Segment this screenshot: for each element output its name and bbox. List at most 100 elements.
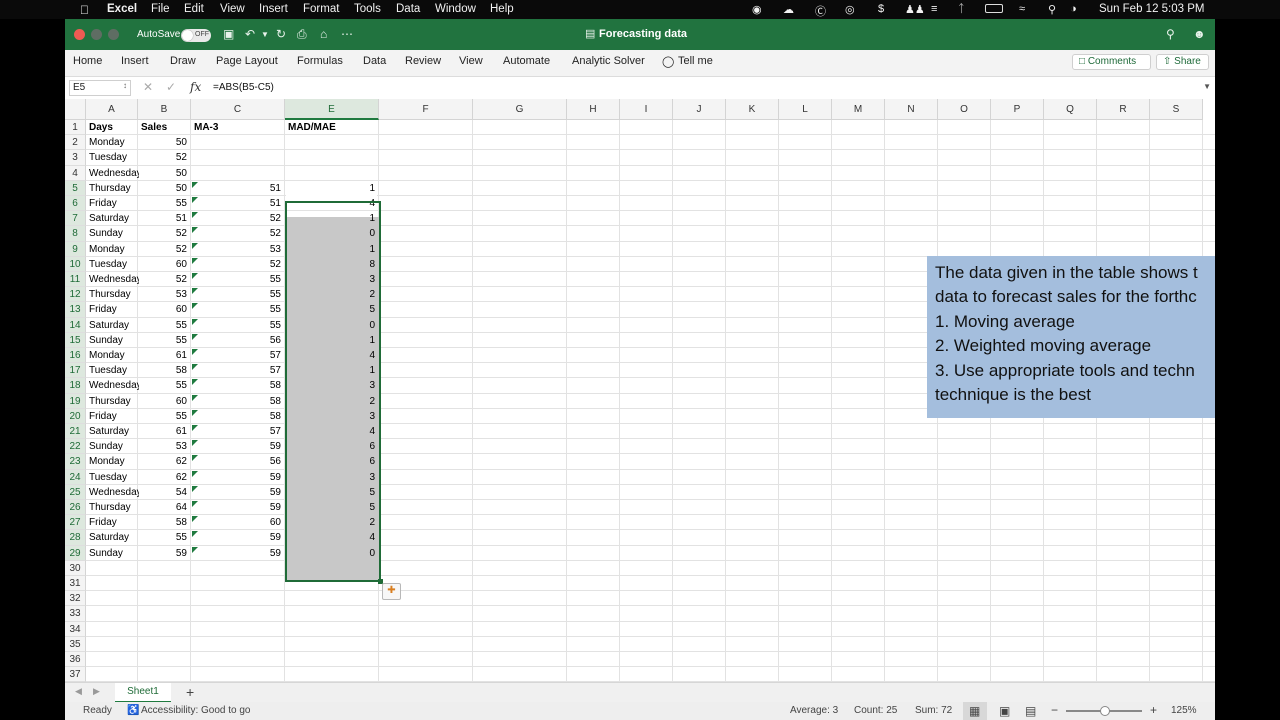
row-header-12[interactable]: 12 <box>65 287 86 303</box>
cell-a25[interactable]: Wednesday <box>86 485 139 500</box>
row-header-9[interactable]: 9 <box>65 241 86 257</box>
cell-a1[interactable]: Days <box>86 120 137 135</box>
column-header-a[interactable]: A <box>86 99 138 120</box>
error-indicator-icon[interactable] <box>192 364 198 371</box>
cloud-icon[interactable]: ☁ <box>783 3 794 16</box>
cell-b13[interactable]: 60 <box>138 302 190 317</box>
cell-c27[interactable]: 60 <box>191 515 284 530</box>
cell-b20[interactable]: 55 <box>138 409 190 424</box>
cell-a14[interactable]: Saturday <box>86 318 139 333</box>
row-header-2[interactable]: 2 <box>65 135 86 151</box>
menu-file[interactable]: File <box>151 3 170 15</box>
cell-c11[interactable]: 55 <box>191 272 284 287</box>
column-header-r[interactable]: R <box>1097 99 1150 120</box>
column-header-p[interactable]: P <box>991 99 1044 120</box>
home-icon[interactable]: ⌂ <box>320 27 327 41</box>
column-header-i[interactable]: I <box>620 99 673 120</box>
cell-a27[interactable]: Friday <box>86 515 139 530</box>
cell-c15[interactable]: 56 <box>191 333 284 348</box>
column-header-l[interactable]: L <box>779 99 832 120</box>
error-indicator-icon[interactable] <box>192 485 198 492</box>
share-people-icon[interactable]: ☻ <box>1193 27 1206 41</box>
row-header-1[interactable]: 1 <box>65 120 86 136</box>
cell-b16[interactable]: 61 <box>138 348 190 363</box>
zoom-level[interactable]: 125% <box>1171 705 1197 716</box>
apple-icon[interactable]:  <box>80 3 89 17</box>
row-header-11[interactable]: 11 <box>65 272 86 288</box>
cell-c6[interactable]: 51 <box>191 196 284 211</box>
cell-b4[interactable]: 50 <box>138 166 190 181</box>
error-indicator-icon[interactable] <box>192 318 198 325</box>
tab-data[interactable]: Data <box>363 55 386 67</box>
cell-b19[interactable]: 60 <box>138 394 190 409</box>
cell-c7[interactable]: 52 <box>191 211 284 226</box>
row-header-18[interactable]: 18 <box>65 378 86 394</box>
cell-b9[interactable]: 52 <box>138 242 190 257</box>
cell-a8[interactable]: Sunday <box>86 226 139 241</box>
cell-c19[interactable]: 58 <box>191 394 284 409</box>
cell-c10[interactable]: 52 <box>191 257 284 272</box>
comments-button[interactable]: □ Comments <box>1072 54 1151 70</box>
row-header-7[interactable]: 7 <box>65 211 86 227</box>
error-indicator-icon[interactable] <box>192 303 198 310</box>
error-indicator-icon[interactable] <box>192 333 198 340</box>
column-header-n[interactable]: N <box>885 99 938 120</box>
cell-b26[interactable]: 64 <box>138 500 190 515</box>
cell-a22[interactable]: Sunday <box>86 439 139 454</box>
page-break-view-icon[interactable]: ▤ <box>1025 704 1036 718</box>
row-header-15[interactable]: 15 <box>65 332 86 348</box>
error-indicator-icon[interactable] <box>192 531 198 538</box>
cell-b10[interactable]: 60 <box>138 257 190 272</box>
spreadsheet-grid[interactable]: ABCEFGHIJKLMNOPQRS 1 2 3 4 5 6 7 8 9 10 11 12 13 14 15… <box>65 99 1215 682</box>
column-header-g[interactable]: G <box>473 99 567 120</box>
sliders-icon[interactable]: ≡ <box>931 3 937 15</box>
row-header-16[interactable]: 16 <box>65 348 86 364</box>
error-indicator-icon[interactable] <box>192 212 198 219</box>
row-header-28[interactable]: 28 <box>65 530 86 546</box>
cell-a28[interactable]: Saturday <box>86 530 139 545</box>
error-indicator-icon[interactable] <box>192 181 198 188</box>
error-indicator-icon[interactable] <box>192 501 198 507</box>
cell-b6[interactable]: 55 <box>138 196 190 211</box>
zoom-window-icon[interactable] <box>108 29 119 40</box>
cell-a17[interactable]: Tuesday <box>86 363 139 378</box>
cell-b25[interactable]: 54 <box>138 485 190 500</box>
save-icon[interactable]: ▣ <box>223 27 234 41</box>
row-header-13[interactable]: 13 <box>65 302 86 318</box>
tab-automate[interactable]: Automate <box>503 55 550 67</box>
tab-view[interactable]: View <box>459 55 483 67</box>
error-indicator-icon[interactable] <box>192 288 198 295</box>
cell-c24[interactable]: 59 <box>191 470 284 485</box>
tab-formulas[interactable]: Formulas <box>297 55 343 67</box>
error-indicator-icon[interactable] <box>192 349 198 355</box>
minimize-window-icon[interactable] <box>91 29 102 40</box>
row-header-29[interactable]: 29 <box>65 545 86 561</box>
page-layout-view-icon[interactable]: ▣ <box>999 704 1010 718</box>
row-header-4[interactable]: 4 <box>65 165 86 181</box>
cell-b1[interactable]: Sales <box>138 120 190 135</box>
cell-c13[interactable]: 55 <box>191 302 284 317</box>
cell-a11[interactable]: Wednesday <box>86 272 139 287</box>
cell-a18[interactable]: Wednesday <box>86 378 139 393</box>
cell-a20[interactable]: Friday <box>86 409 139 424</box>
paste-options-icon[interactable]: ✚ <box>382 583 401 600</box>
cell-c29[interactable]: 59 <box>191 546 284 561</box>
row-header-10[interactable]: 10 <box>65 256 86 272</box>
column-header-e[interactable]: E <box>285 99 379 120</box>
cell-c25[interactable]: 59 <box>191 485 284 500</box>
cell-c17[interactable]: 57 <box>191 363 284 378</box>
error-indicator-icon[interactable] <box>192 440 198 447</box>
cell-b8[interactable]: 52 <box>138 226 190 241</box>
tab-draw[interactable]: Draw <box>170 55 196 67</box>
zoom-slider-thumb[interactable] <box>1100 706 1110 716</box>
cell-a19[interactable]: Thursday <box>86 394 139 409</box>
cell-b11[interactable]: 52 <box>138 272 190 287</box>
tab-analytic-solver[interactable]: Analytic Solver <box>572 55 645 67</box>
cell-c20[interactable]: 58 <box>191 409 284 424</box>
cell-c21[interactable]: 57 <box>191 424 284 439</box>
cell-b29[interactable]: 59 <box>138 546 190 561</box>
row-header-27[interactable]: 27 <box>65 515 86 531</box>
menu-excel[interactable]: Excel <box>107 3 137 15</box>
search-icon[interactable]: ⚲ <box>1166 27 1175 41</box>
record-icon[interactable]: ◉ <box>752 3 762 16</box>
